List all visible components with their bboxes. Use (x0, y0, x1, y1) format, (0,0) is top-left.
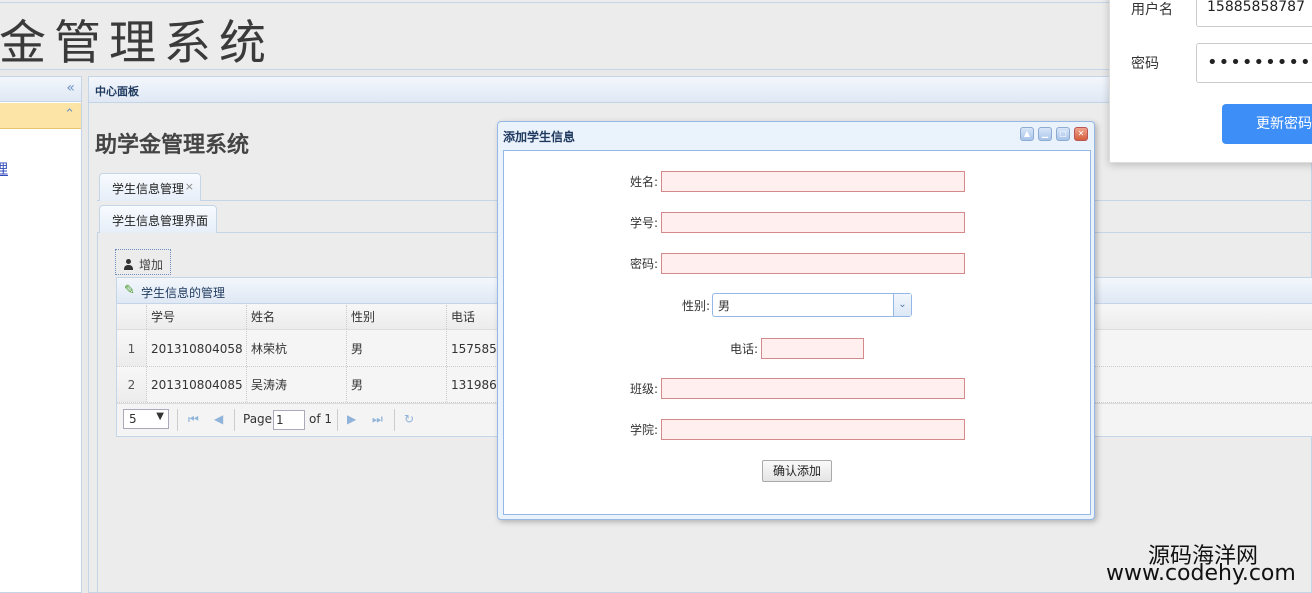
password-field[interactable] (661, 253, 965, 274)
refresh-icon[interactable]: ↻ (404, 412, 414, 426)
update-password-button[interactable]: 更新密码 (1222, 104, 1312, 144)
page-label: Page (243, 412, 273, 426)
gender-select[interactable]: 男 ⌄ (712, 293, 912, 317)
west-panel-header: « (0, 77, 81, 102)
class-field[interactable] (661, 378, 965, 399)
tab-label: 学生信息管理 (112, 182, 185, 196)
student-id-label: 学号: (629, 216, 658, 230)
cell-name: 林荣杭 (247, 331, 347, 366)
tab-student-management-page[interactable]: 学生信息管理界面 (99, 205, 217, 233)
cell-gender: 男 (347, 331, 447, 366)
collapse-icon[interactable] (1020, 127, 1034, 141)
column-header-name[interactable]: 姓名 (247, 305, 347, 329)
card-password-label: 密码 (1131, 56, 1159, 72)
maximize-icon[interactable] (1056, 127, 1070, 141)
student-id-field[interactable] (661, 212, 965, 233)
phone-label: 电话: (729, 342, 758, 356)
column-header-id[interactable]: 学号 (147, 305, 247, 329)
next-page-icon[interactable]: ▶ (347, 412, 356, 426)
page-title: 助学金管理系统 (95, 133, 250, 158)
dialog-body: 姓名: 学号: 密码: 性别: 男 ⌄ 电话: 班级: 学院: 确认添加 (503, 150, 1091, 515)
dropdown-arrow-icon: ▼ (156, 411, 164, 422)
nav-link-management[interactable]: 理 (0, 159, 8, 179)
chevron-down-icon[interactable]: ⌄ (893, 294, 911, 316)
add-button-label: 增加 (139, 258, 164, 272)
class-label: 班级: (629, 382, 658, 396)
app-title: 学金管理系统 (0, 16, 274, 70)
watermark-line2: www.codehy.com (1106, 561, 1296, 586)
user-icon (123, 259, 134, 270)
tab-student-management[interactable]: 学生信息管理 × (99, 173, 201, 201)
row-number: 1 (117, 331, 147, 366)
password-label: 密码: (629, 257, 658, 271)
name-label: 姓名: (629, 175, 658, 189)
collapse-left-icon[interactable]: « (66, 80, 75, 96)
column-header-gender[interactable]: 性别 (347, 305, 447, 329)
last-page-icon[interactable]: ⏭ (372, 412, 383, 427)
dialog-title: 添加学生信息 (503, 130, 576, 144)
add-button[interactable]: 增加 (115, 249, 171, 275)
row-number: 2 (117, 367, 147, 402)
username-field[interactable]: 15885858787 (1196, 0, 1312, 27)
minimize-icon[interactable] (1038, 127, 1052, 141)
chevron-up-icon[interactable]: ⌃ (64, 107, 75, 122)
west-nav-panel: « ⌃ 理 (0, 76, 82, 593)
card-password-field[interactable]: ••••••••• (1196, 43, 1312, 83)
page-number-input[interactable]: 1 (273, 410, 305, 430)
page-total-label: of 1 (309, 412, 333, 426)
cell-id: 201310804085 (147, 367, 247, 402)
cell-id: 201310804058 (147, 331, 247, 366)
pencil-icon: ✎ (124, 283, 135, 298)
prev-page-icon[interactable]: ◀ (214, 412, 223, 426)
username-label: 用户名 (1131, 2, 1173, 18)
name-field[interactable] (661, 171, 965, 192)
college-field[interactable] (661, 419, 965, 440)
tab-label: 学生信息管理界面 (112, 214, 209, 228)
gender-label: 性别: (681, 299, 710, 313)
phone-field[interactable] (761, 338, 864, 359)
grid-title-text: 学生信息的管理 (141, 286, 226, 300)
pager-separator (337, 409, 338, 431)
first-page-icon[interactable]: ⏮ (188, 412, 199, 427)
accordion-header[interactable]: ⌃ (0, 103, 81, 129)
college-label: 学院: (629, 423, 658, 437)
cell-name: 吴涛涛 (247, 367, 347, 402)
cell-gender: 男 (347, 367, 447, 402)
gender-value: 男 (718, 299, 731, 313)
pager-separator (234, 409, 235, 431)
close-tab-icon[interactable]: × (185, 180, 194, 193)
pager-separator (177, 409, 178, 431)
row-number-header (117, 305, 147, 329)
close-icon[interactable] (1074, 127, 1088, 141)
page-size-select[interactable]: 5 ▼ (123, 409, 169, 429)
add-student-dialog: 添加学生信息 姓名: 学号: 密码: 性别: 男 ⌄ 电话: 班级: 学院: 确… (497, 121, 1095, 520)
pager-separator (394, 409, 395, 431)
confirm-add-button[interactable]: 确认添加 (762, 460, 832, 482)
page-size-value: 5 (129, 412, 137, 426)
update-password-card: 用户名 15885858787 密码 ••••••••• 更新密码 (1109, 0, 1312, 163)
